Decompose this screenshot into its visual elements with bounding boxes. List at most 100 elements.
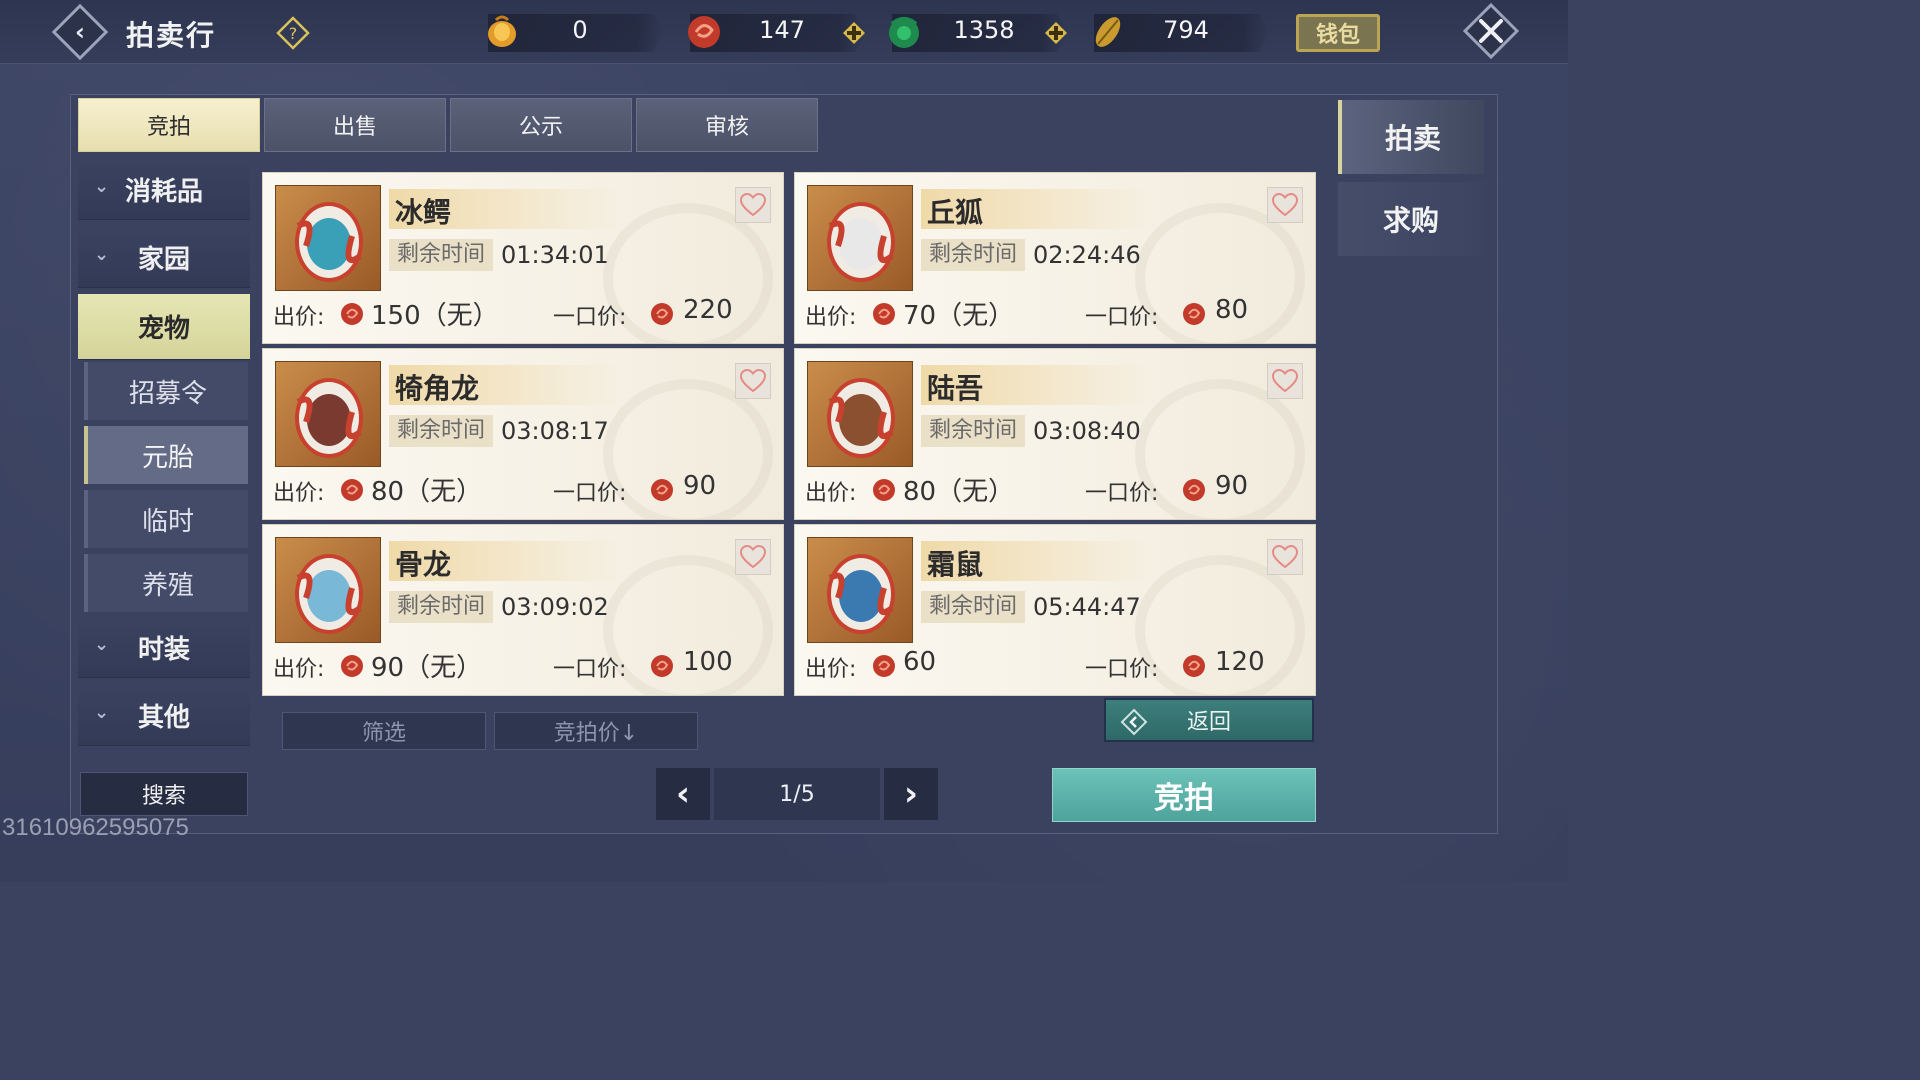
currency-value-3: 1358 — [953, 16, 1015, 44]
right-tab-wanted[interactable]: 求购 — [1338, 182, 1484, 256]
favorite-button[interactable] — [735, 363, 771, 399]
currency-value-1: 0 — [572, 16, 588, 44]
sidebar-subitem-embryo[interactable]: 元胎 — [84, 426, 248, 484]
sidebar-item-label: 消耗品 — [124, 177, 203, 207]
favorite-button[interactable] — [1267, 539, 1303, 575]
pet-name: 丘狐 — [927, 196, 984, 229]
chevron-down-icon: ⌄ — [94, 244, 110, 265]
sidebar-item-other[interactable]: ⌄ 其他 — [78, 686, 250, 746]
red-swirl-coin-icon — [651, 303, 673, 325]
red-swirl-coin-icon — [1183, 303, 1205, 325]
bid-button[interactable]: 竞拍 — [1052, 768, 1316, 822]
gold-leaf-icon — [1095, 17, 1121, 47]
top-bar: ‹ 拍卖行 ? 0 147 1358 794 钱包 — [0, 0, 1568, 64]
buyout-price-label: 一口价: — [553, 657, 627, 682]
add-currency-icon[interactable] — [1044, 21, 1068, 45]
pet-egg-image — [275, 185, 381, 291]
listing-card[interactable]: 骨龙 剩余时间 03:09:02 出价: 90（无） 一口价: 100 — [262, 524, 784, 696]
pet-egg-icon — [827, 202, 895, 282]
heart-icon — [1272, 369, 1298, 393]
listing-card[interactable]: 陆吾 剩余时间 03:08:40 出价: 80（无） 一口价: 90 — [794, 348, 1316, 520]
sidebar-item-home[interactable]: ⌄ 家园 — [78, 228, 250, 288]
heart-icon — [740, 545, 766, 569]
back-arrow-icon: ‹ — [75, 17, 85, 46]
return-label: 返回 — [1186, 710, 1231, 735]
buyout-price: 90 — [683, 471, 717, 501]
red-swirl-coin-icon — [1183, 655, 1205, 677]
sidebar-subitem-breeding[interactable]: 养殖 — [84, 554, 248, 612]
back-button[interactable]: ‹ — [51, 3, 109, 61]
remaining-time-label: 剩余时间 — [921, 415, 1026, 447]
pet-egg-image — [807, 185, 913, 291]
tab-review[interactable]: 审核 — [636, 98, 818, 152]
close-icon[interactable] — [1462, 2, 1520, 60]
buyout-price: 120 — [1215, 647, 1265, 677]
red-swirl-coin-icon — [873, 479, 895, 501]
help-icon[interactable]: ? — [276, 16, 310, 50]
pet-egg-icon — [295, 202, 363, 282]
buyout-price-label: 一口价: — [1085, 657, 1159, 682]
svg-text:?: ? — [289, 24, 298, 43]
pet-egg-image — [807, 361, 913, 467]
red-swirl-coin-icon — [341, 303, 363, 325]
pet-name: 冰鳄 — [395, 196, 452, 229]
favorite-button[interactable] — [735, 187, 771, 223]
buyout-price-label: 一口价: — [553, 305, 627, 330]
favorite-button[interactable] — [735, 539, 771, 575]
tab-bid[interactable]: 竞拍 — [78, 98, 260, 152]
favorite-button[interactable] — [1267, 363, 1303, 399]
bid-price-label: 出价: — [805, 305, 857, 330]
bid-price-label: 出价: — [273, 481, 325, 506]
prev-page-button[interactable]: ‹ — [656, 768, 710, 820]
page-title: 拍卖行 — [126, 19, 217, 52]
sidebar-subitem-temporary[interactable]: 临时 — [84, 490, 248, 548]
remaining-time: 01:34:01 — [501, 241, 609, 269]
jade-coin-icon — [889, 17, 919, 48]
chevron-right-icon: › — [903, 774, 918, 814]
add-currency-icon[interactable] — [842, 21, 866, 45]
red-swirl-coin-icon — [873, 655, 895, 677]
chevron-down-icon: ⌄ — [94, 176, 110, 197]
sidebar-item-label: 时装 — [137, 635, 190, 665]
tab-sell[interactable]: 出售 — [264, 98, 446, 152]
currency-value-2: 147 — [759, 16, 805, 44]
remaining-time: 02:24:46 — [1033, 241, 1141, 269]
pet-egg-icon — [827, 554, 895, 634]
filter-button[interactable]: 筛选 — [282, 712, 486, 750]
pet-name: 骨龙 — [395, 548, 452, 581]
heart-icon — [740, 369, 766, 393]
red-swirl-coin-icon — [688, 16, 720, 48]
tab-public[interactable]: 公示 — [450, 98, 632, 152]
currency-value-4: 794 — [1163, 16, 1209, 44]
bid-price: 60 — [903, 647, 937, 677]
remaining-time: 03:09:02 — [501, 593, 609, 621]
right-tab-auction[interactable]: 拍卖 — [1338, 100, 1484, 174]
buyout-price: 80 — [1215, 295, 1249, 325]
pet-name: 陆吾 — [927, 372, 984, 405]
pet-name: 霜鼠 — [927, 548, 984, 581]
favorite-button[interactable] — [1267, 187, 1303, 223]
remaining-time: 03:08:17 — [501, 417, 609, 445]
wallet-button[interactable]: 钱包 — [1296, 14, 1380, 52]
bid-price: 80（无） — [371, 477, 483, 507]
sidebar-item-pets[interactable]: 宠物 — [78, 294, 250, 360]
bid-price: 90（无） — [371, 653, 483, 683]
buyout-price: 100 — [683, 647, 733, 677]
sidebar-item-consumables[interactable]: ⌄ 消耗品 — [78, 160, 250, 220]
listing-card[interactable]: 犄角龙 剩余时间 03:08:17 出价: 80（无） 一口价: 90 — [262, 348, 784, 520]
sidebar-item-fashion[interactable]: ⌄ 时装 — [78, 618, 250, 678]
sidebar-item-label: 家园 — [137, 245, 190, 275]
return-button[interactable]: 返回 — [1104, 698, 1314, 742]
next-page-button[interactable]: › — [884, 768, 938, 820]
sidebar-subitem-recruit[interactable]: 招募令 — [84, 362, 248, 420]
remaining-time-label: 剩余时间 — [921, 239, 1026, 271]
search-button[interactable]: 搜索 — [80, 772, 248, 816]
remaining-time-label: 剩余时间 — [389, 591, 494, 623]
sort-bid-price-button[interactable]: 竞拍价↓ — [494, 712, 698, 750]
listing-card[interactable]: 霜鼠 剩余时间 05:44:47 出价: 60 一口价: 120 — [794, 524, 1316, 696]
chevron-down-icon: ⌄ — [94, 634, 110, 655]
listing-card[interactable]: 冰鳄 剩余时间 01:34:01 出价: 150（无） 一口价: 220 — [262, 172, 784, 344]
buyout-price-label: 一口价: — [1085, 305, 1159, 330]
listing-card[interactable]: 丘狐 剩余时间 02:24:46 出价: 70（无） 一口价: 80 — [794, 172, 1316, 344]
pet-egg-icon — [295, 554, 363, 634]
